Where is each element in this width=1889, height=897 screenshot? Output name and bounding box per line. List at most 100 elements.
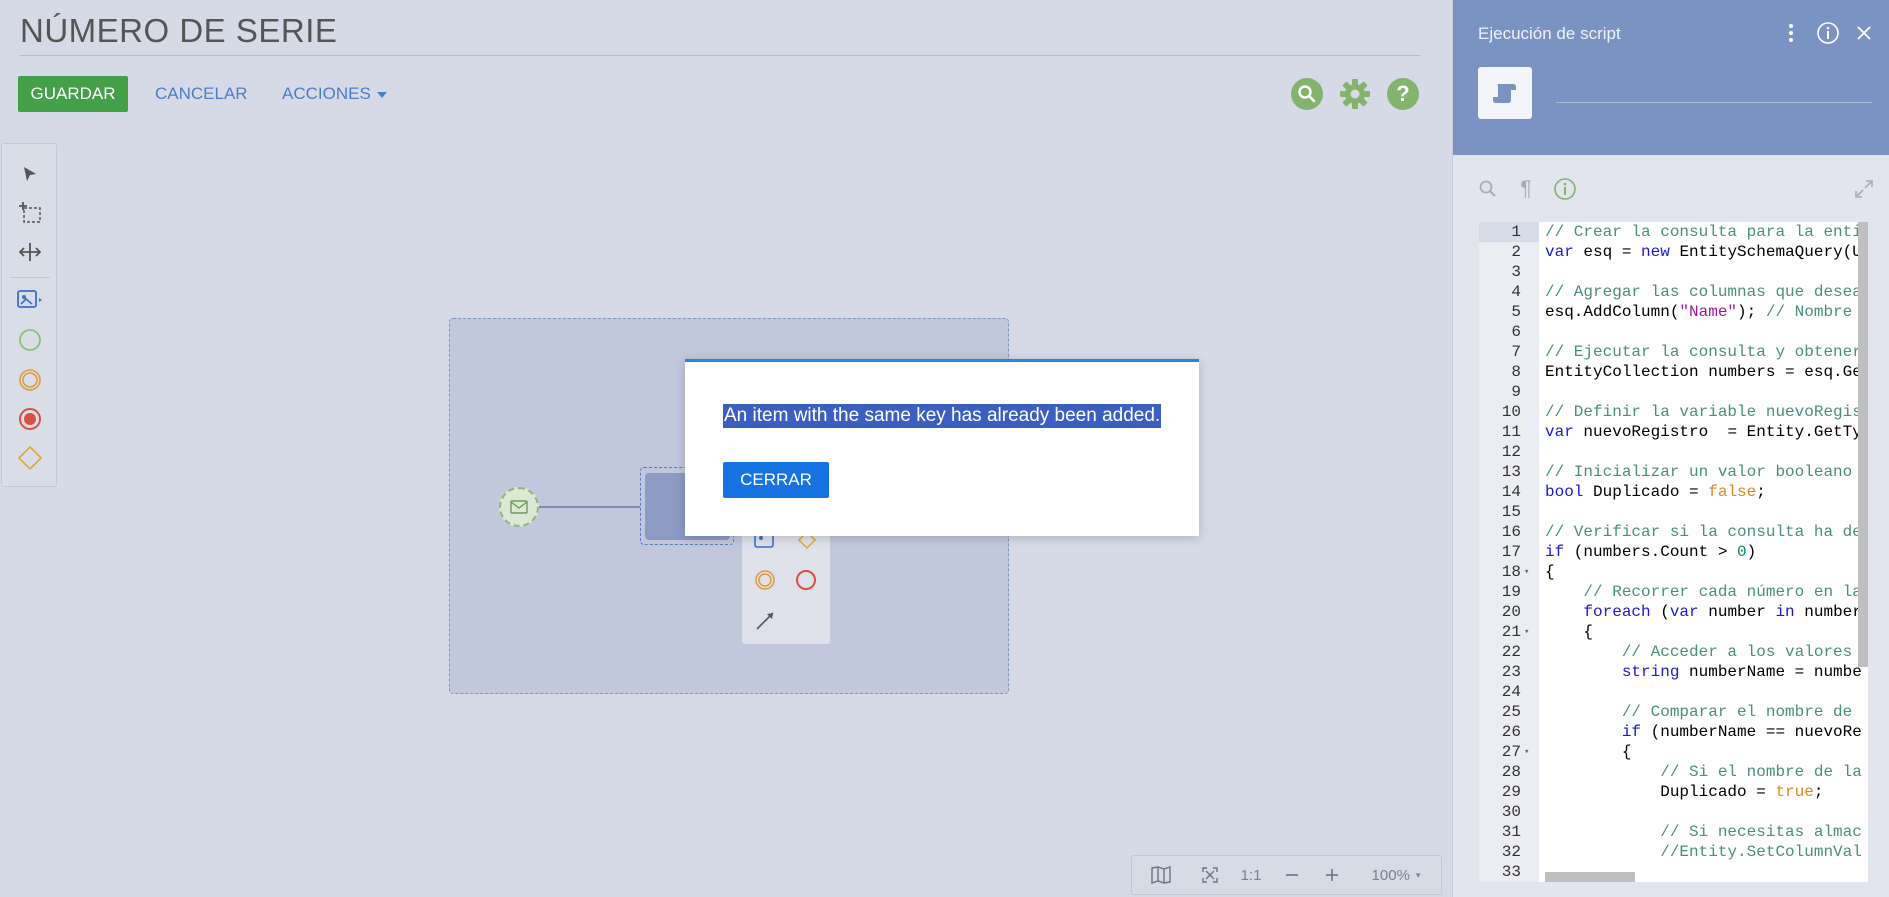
code-text: { [1545,623,1594,641]
code-text: // Verificar si la consulta ha de [1545,523,1862,541]
help-icon[interactable]: ? [1387,78,1419,110]
code-line[interactable]: 11 var nuevoRegistro = Entity.GetTy [1479,422,1868,442]
sequence-flow[interactable] [539,506,640,508]
code-line[interactable]: 28 // Si el nombre de la [1479,762,1868,782]
code-line[interactable]: 24 [1479,682,1868,702]
code-line[interactable]: 20 foreach (var number in number [1479,602,1868,622]
code-line[interactable]: 17 if (numbers.Count > 0) [1479,542,1868,562]
zoom-out-icon[interactable] [1272,856,1312,894]
code-line[interactable]: 29 Duplicado = true; [1479,782,1868,802]
line-number: 15 [1501,503,1521,521]
toolbar-divider [10,277,50,278]
code-line[interactable]: 9 [1479,382,1868,402]
code-line[interactable]: 7 // Ejecutar la consulta y obtener [1479,342,1868,362]
expand-editor-icon[interactable] [1851,176,1877,202]
actions-dropdown[interactable]: ACCIONES [282,84,387,104]
code-line[interactable]: 6 [1479,322,1868,342]
code-line[interactable]: 15 [1479,502,1868,522]
line-number: 30 [1501,803,1521,821]
connector-shortcut-icon [756,612,774,630]
line-number: 25 [1501,703,1521,721]
fold-toggle-icon[interactable]: ▾ [1524,622,1529,642]
line-number: 32 [1501,843,1521,861]
zoom-actual-size-button[interactable]: 1:1 [1230,856,1272,894]
code-text: // Agregar las columnas que desea [1545,283,1862,301]
code-text: // Acceder a los valores [1621,643,1853,661]
intermediate-event-tool-icon[interactable] [16,366,44,394]
code-line[interactable]: 1 // Crear la consulta para la enti [1479,222,1868,242]
code-line[interactable]: 22 // Acceder a los valores [1479,642,1868,662]
code-line[interactable]: 19 // Recorrer cada número en la [1479,582,1868,602]
code-line[interactable]: 32 //Entity.SetColumnVal [1479,842,1868,862]
move-tool-icon[interactable] [16,238,44,266]
code-line[interactable]: 16 // Verificar si la consulta ha de [1479,522,1868,542]
fold-toggle-icon[interactable]: ▾ [1524,742,1529,762]
gateway-tool-icon[interactable] [16,444,44,472]
code-lines: 1 // Crear la consulta para la enti 2 var e… [1479,222,1868,882]
code-line[interactable]: 30 [1479,802,1868,822]
formatting-marks-icon[interactable]: ¶ [1513,176,1539,202]
gear-icon[interactable] [1339,78,1371,110]
line-number: 13 [1501,463,1521,481]
lasso-select-tool-icon[interactable] [16,199,44,227]
code-line[interactable]: 14 bool Duplicado = false; [1479,482,1868,502]
search-icon[interactable] [1291,78,1323,110]
code-line[interactable]: 31 // Si necesitas almac [1479,822,1868,842]
code-line[interactable]: 3 [1479,262,1868,282]
code-line[interactable]: 25 // Comparar el nombre de [1479,702,1868,722]
actions-label: ACCIONES [282,84,371,103]
code-text: Duplicado = true; [1545,783,1824,801]
fold-toggle-icon[interactable]: ▾ [1524,562,1529,582]
message-start-event[interactable] [499,487,539,527]
panel-title: Ejecución de script [1478,24,1621,43]
info-icon[interactable] [1815,20,1841,46]
code-text: //Entity.SetColumnVal [1660,843,1862,861]
zoom-in-icon[interactable] [1312,856,1352,894]
code-line[interactable]: 13 // Inicializar un valor booleano [1479,462,1868,482]
code-line[interactable]: 18 ▾ { [1479,562,1868,582]
code-line[interactable]: 27 ▾ { [1479,742,1868,762]
start-event-tool-icon[interactable] [16,326,44,354]
title-divider [20,55,1420,56]
map-view-icon[interactable] [1132,856,1190,894]
code-line[interactable]: 26 if (numberName == nuevoRe [1479,722,1868,742]
line-number: 29 [1501,783,1521,801]
more-options-icon[interactable] [1778,20,1804,46]
code-text: if (numberName == nuevoRe [1621,723,1862,741]
element-toolbar [1,143,57,487]
cancel-button[interactable]: CANCELAR [155,84,248,104]
line-number: 19 [1501,583,1521,601]
code-line[interactable]: 12 [1479,442,1868,462]
code-line[interactable]: 33 [1479,862,1868,882]
code-line[interactable]: 5 esq.AddColumn("Name"); // Nombre [1479,302,1868,322]
code-line[interactable]: 23 string numberName = numbe [1479,662,1868,682]
line-number: 9 [1511,383,1521,401]
error-dialog: An item with the same key has already be… [685,359,1199,536]
line-number: 18 [1501,563,1521,581]
code-line[interactable]: 10 // Definir la variable nuevoRegis [1479,402,1868,422]
code-line[interactable]: 2 var esq = new EntitySchemaQuery(U [1479,242,1868,262]
code-line[interactable]: 4 // Agregar las columnas que desea [1479,282,1868,302]
element-name-field[interactable] [1556,102,1872,103]
zoom-level-select[interactable]: 100% ▾ [1352,856,1440,894]
script-task-tool-icon[interactable] [16,286,44,314]
caret-down-icon [376,91,387,98]
line-number: 21 [1501,623,1521,641]
search-icon[interactable] [1475,176,1501,202]
end-event-tool-icon[interactable] [16,405,44,433]
horizontal-scrollbar[interactable] [1545,872,1635,882]
line-number: 22 [1501,643,1521,661]
close-icon[interactable] [1851,20,1877,46]
vertical-scrollbar[interactable] [1858,222,1868,667]
code-info-icon[interactable] [1552,176,1578,202]
close-button[interactable]: CERRAR [723,462,829,498]
line-number: 20 [1501,603,1521,621]
save-button[interactable]: GUARDAR [18,76,128,112]
code-line[interactable]: 21 ▾ { [1479,622,1868,642]
pointer-tool-icon[interactable] [16,160,44,188]
code-editor[interactable]: 1 // Crear la consulta para la enti 2 var e… [1479,222,1868,882]
fit-screen-icon[interactable] [1190,856,1230,894]
error-message: An item with the same key has already be… [723,404,1162,428]
code-line[interactable]: 8 EntityCollection numbers = esq.Ge [1479,362,1868,382]
code-text: // Si el nombre de la [1660,763,1862,781]
